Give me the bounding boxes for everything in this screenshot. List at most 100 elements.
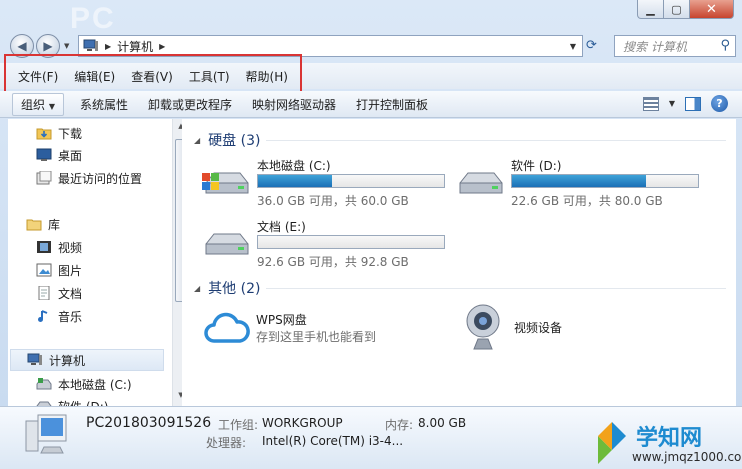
- back-button[interactable]: ◀: [10, 34, 34, 58]
- sidebar-item-label: 本地磁盘 (C:): [58, 377, 132, 392]
- menu-file[interactable]: 文件(F): [10, 68, 66, 85]
- organize-button[interactable]: 组织 ▼: [12, 92, 64, 116]
- system-drive-icon: [202, 172, 249, 194]
- system-properties-button[interactable]: 系统属性: [70, 93, 138, 116]
- computer-large-icon: [25, 414, 67, 454]
- library-icon: [26, 219, 42, 231]
- watermark: 学知网 www.jmqz1000.com: [590, 416, 742, 469]
- sidebar-item-drive-c[interactable]: 本地磁盘 (C:): [36, 373, 182, 395]
- uninstall-program-button[interactable]: 卸载或更改程序: [138, 93, 242, 116]
- menu-edit[interactable]: 编辑(E): [66, 68, 123, 85]
- close-button[interactable]: ✕: [690, 0, 734, 19]
- history-dropdown-icon[interactable]: ▼: [64, 42, 69, 50]
- sidebar-item-recent-places[interactable]: 最近访问的位置: [36, 167, 182, 189]
- content-pane: ◢ 硬盘 (3) 本地磁盘 (C:) 36.0 GB 可用，共 60.0 GB …: [182, 119, 736, 406]
- other-group-header[interactable]: ◢ 其他 (2): [194, 278, 726, 298]
- open-control-panel-button[interactable]: 打开控制面板: [346, 93, 438, 116]
- drive-usage-fill: [258, 175, 333, 187]
- preview-pane-icon[interactable]: [685, 96, 701, 111]
- drive-c-icon: [36, 378, 52, 390]
- drives-group-header[interactable]: ◢ 硬盘 (3): [194, 130, 726, 150]
- documents-library-icon: [38, 286, 50, 300]
- hard-drive-icon: [459, 172, 503, 194]
- search-input[interactable]: 搜索 计算机 ⚲: [614, 35, 736, 57]
- downloads-folder-icon: [36, 128, 52, 140]
- command-bar: 组织 ▼ 系统属性 卸载或更改程序 映射网络驱动器 打开控制面板 ▼ ?: [0, 91, 742, 118]
- cpu-value: Intel(R) Core(TM) i3-4...: [262, 434, 404, 448]
- sidebar-item-label: 桌面: [58, 148, 83, 163]
- drive-name: 本地磁盘 (C:): [257, 159, 331, 173]
- view-controls: ▼ ?: [642, 95, 728, 112]
- drive-usage-fill: [512, 175, 646, 187]
- organize-label: 组织: [21, 97, 46, 112]
- sidebar-item-label: 下载: [58, 126, 83, 141]
- sidebar-item-library[interactable]: 库: [26, 213, 182, 235]
- watermark-title: 学知网: [636, 426, 703, 451]
- address-dropdown-icon[interactable]: ▼: [570, 42, 576, 51]
- sidebar-item-computer[interactable]: 计算机: [10, 349, 164, 371]
- wps-cloud-title: WPS网盘: [256, 313, 307, 327]
- sidebar-item-video[interactable]: 视频: [36, 236, 182, 258]
- music-library-icon: [38, 310, 48, 322]
- refresh-icon[interactable]: ⟳: [586, 38, 597, 53]
- sidebar-item-pictures[interactable]: 图片: [36, 259, 182, 281]
- organize-dropdown-icon: ▼: [48, 101, 55, 111]
- wps-cloud-tile[interactable]: WPS网盘 存到这里手机也能看到: [204, 311, 434, 351]
- video-device-tile[interactable]: 视频设备: [462, 303, 662, 353]
- maximize-button[interactable]: ▢: [664, 0, 690, 19]
- scrollbar-thumb[interactable]: [175, 139, 182, 302]
- sidebar-item-label: 图片: [58, 263, 83, 278]
- drive-free-space: 36.0 GB 可用，共 60.0 GB: [257, 194, 409, 208]
- memory-label: 内存:: [385, 418, 414, 432]
- menu-tools[interactable]: 工具(T): [181, 68, 238, 85]
- navigation-bar: ◀ ▶ ▼ ▶ 计算机 ▶ ▼ ⟳ 搜索 计算机 ⚲: [0, 32, 742, 59]
- collapse-triangle-icon[interactable]: ◢: [194, 136, 200, 145]
- watermark-logo-icon: [598, 422, 626, 464]
- drive-usage-bar: [257, 235, 445, 249]
- search-placeholder: 搜索 计算机: [623, 39, 687, 54]
- drive-tile-c[interactable]: 本地磁盘 (C:) 36.0 GB 可用，共 60.0 GB: [202, 157, 452, 209]
- breadcrumb-separator-icon[interactable]: ▶: [159, 42, 165, 51]
- forward-button[interactable]: ▶: [36, 34, 60, 58]
- watermark-url: www.jmqz1000.com: [632, 450, 742, 464]
- drive-usage-bar: [511, 174, 699, 188]
- sidebar-item-drive-d[interactable]: 软件 (D:): [36, 395, 182, 406]
- video-device-title: 视频设备: [514, 321, 563, 335]
- explorer-window: PC ▁ ▢ ✕ ◀ ▶ ▼ ▶ 计算机 ▶ ▼ ⟳ 搜索 计算机 ⚲ 文件(F…: [0, 0, 742, 469]
- computer-icon: [27, 353, 42, 365]
- scroll-up-icon[interactable]: ▲: [175, 122, 182, 136]
- map-network-drive-button[interactable]: 映射网络驱动器: [242, 93, 346, 116]
- group-divider: [266, 288, 726, 289]
- help-icon[interactable]: ?: [711, 95, 728, 112]
- breadcrumb-separator-icon: ▶: [105, 41, 112, 51]
- back-arrow-icon: ◀: [17, 39, 27, 53]
- hard-drive-icon: [205, 233, 249, 255]
- drive-free-space: 22.6 GB 可用，共 80.0 GB: [511, 194, 663, 208]
- address-bar[interactable]: ▶ 计算机 ▶ ▼: [78, 35, 583, 57]
- scroll-down-icon[interactable]: ▼: [175, 391, 182, 405]
- other-group-title: 其他 (2): [208, 281, 261, 297]
- sidebar-item-label: 音乐: [58, 309, 83, 324]
- menu-bar: 文件(F) 编辑(E) 查看(V) 工具(T) 帮助(H): [0, 63, 742, 89]
- desktop-icon: [36, 148, 52, 161]
- computer-name: PC201803091526: [86, 415, 212, 431]
- forward-arrow-icon: ▶: [43, 39, 53, 53]
- navigation-scrollbar[interactable]: ▲ ▼: [172, 119, 182, 406]
- webcam-icon: [466, 304, 500, 350]
- breadcrumb-computer[interactable]: 计算机: [117, 38, 153, 55]
- search-icon[interactable]: ⚲: [720, 38, 730, 53]
- drive-tile-d[interactable]: 软件 (D:) 22.6 GB 可用，共 80.0 GB: [456, 157, 706, 209]
- menu-view[interactable]: 查看(V): [123, 68, 181, 85]
- sidebar-item-documents[interactable]: 文档: [36, 282, 182, 304]
- minimize-button[interactable]: ▁: [637, 0, 664, 19]
- collapse-triangle-icon[interactable]: ◢: [194, 284, 200, 293]
- menu-help[interactable]: 帮助(H): [238, 68, 296, 85]
- sidebar-item-downloads[interactable]: 下载: [36, 122, 182, 144]
- drive-tile-e[interactable]: 文档 (E:) 92.6 GB 可用，共 92.8 GB: [202, 218, 452, 270]
- sidebar-item-desktop[interactable]: 桌面: [36, 144, 182, 166]
- view-dropdown-icon[interactable]: ▼: [669, 99, 675, 108]
- sidebar-item-music[interactable]: 音乐: [36, 305, 182, 327]
- change-view-icon[interactable]: [642, 96, 659, 111]
- wps-cloud-subtitle: 存到这里手机也能看到: [256, 330, 377, 344]
- group-divider: [266, 140, 726, 141]
